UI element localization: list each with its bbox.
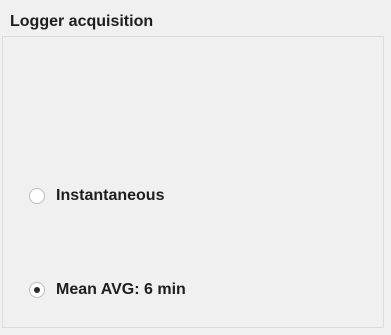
radio-button-icon[interactable]: [29, 188, 45, 204]
radio-option-instantaneous[interactable]: Instantaneous: [29, 186, 164, 206]
radio-button-selected-icon[interactable]: [29, 282, 45, 298]
radio-option-mean-avg[interactable]: Mean AVG: 6 min: [29, 280, 186, 300]
group-title: Logger acquisition: [10, 13, 154, 30]
logger-acquisition-panel: Logger acquisition Instantaneous Mean AV…: [0, 0, 391, 335]
radio-label: Mean AVG: 6 min: [56, 281, 186, 298]
radio-label: Instantaneous: [56, 187, 165, 204]
